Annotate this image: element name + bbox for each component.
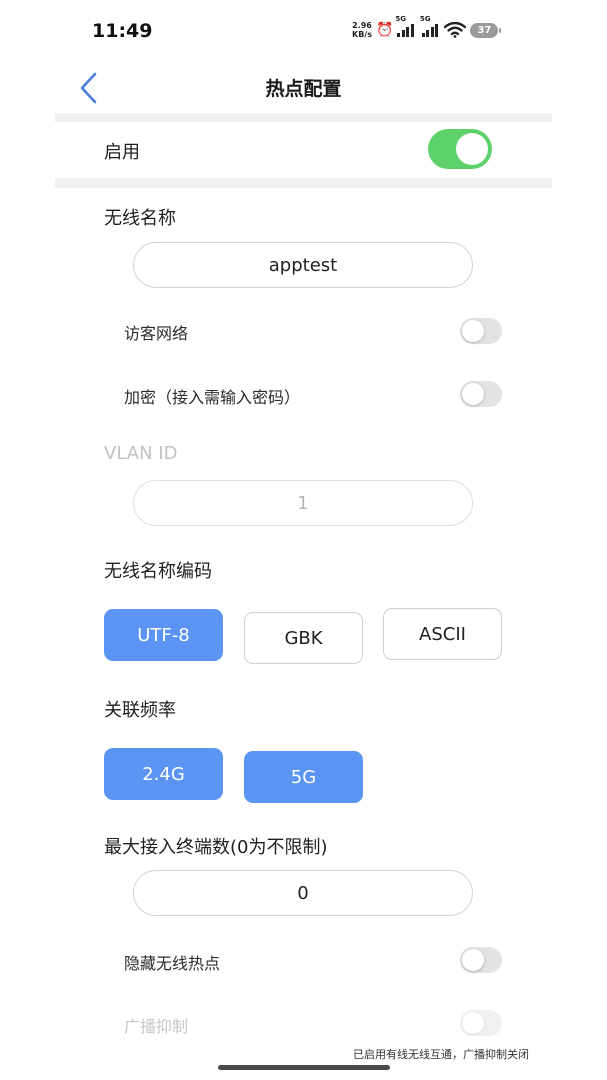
status-time: 11:49: [92, 20, 153, 42]
encryption-toggle[interactable]: [460, 381, 502, 407]
hide-ssid-toggle[interactable]: [460, 947, 502, 973]
max-clients-label: 最大接入终端数(0为不限制): [104, 837, 328, 858]
vlan-label: VLAN ID: [104, 443, 178, 464]
enable-toggle[interactable]: [428, 129, 492, 169]
band-option-5g[interactable]: 5G: [244, 751, 363, 803]
footer-note: 已启用有线无线互通，广播抑制关闭: [353, 1048, 529, 1061]
vlan-input: 1: [133, 480, 473, 526]
signal-sim1-icon: 5G: [395, 15, 414, 37]
sim1-network-type: 5G: [395, 15, 407, 23]
band-option-2-4g[interactable]: 2.4G: [104, 748, 223, 800]
ssid-encoding-label: 无线名称编码: [104, 561, 212, 582]
section-divider: [55, 178, 552, 188]
encoding-option-ascii[interactable]: ASCII: [383, 608, 502, 660]
enable-label: 启用: [104, 142, 140, 163]
hide-ssid-label: 隐藏无线热点: [124, 954, 221, 973]
alarm-icon: ⏰: [375, 22, 394, 38]
guest-network-label: 访客网络: [124, 324, 189, 343]
encoding-option-utf8[interactable]: UTF-8: [104, 609, 223, 661]
battery-icon: 37: [470, 22, 502, 38]
toggle-knob: [456, 133, 488, 165]
home-indicator[interactable]: [218, 1065, 390, 1070]
network-speed: 2.96 KB/s: [352, 21, 372, 39]
broadcast-suppression-label: 广播抑制: [124, 1017, 189, 1036]
battery-level: 37: [477, 24, 492, 36]
band-label: 关联频率: [104, 700, 176, 721]
ssid-input[interactable]: apptest: [133, 242, 473, 288]
page-title: 热点配置: [265, 78, 342, 100]
toggle-knob: [462, 1012, 484, 1034]
broadcast-suppression-toggle: [460, 1010, 502, 1036]
section-divider: [55, 113, 552, 122]
ssid-label: 无线名称: [104, 208, 176, 229]
toggle-knob: [462, 320, 484, 342]
network-speed-unit: KB/s: [352, 30, 372, 39]
toggle-knob: [462, 383, 484, 405]
max-clients-input[interactable]: 0: [133, 870, 473, 916]
toggle-knob: [462, 949, 484, 971]
guest-network-toggle[interactable]: [460, 318, 502, 344]
wifi-icon: [444, 22, 467, 38]
status-icons: 2.96 KB/s ⏰ 5G 5G 37: [352, 15, 502, 42]
network-speed-value: 2.96: [352, 21, 372, 30]
signal-sim2-icon: 5G: [420, 15, 439, 37]
encoding-option-gbk[interactable]: GBK: [244, 612, 363, 664]
encryption-label: 加密（接入需输入密码）: [124, 388, 301, 407]
sim2-network-type: 5G: [419, 15, 431, 23]
